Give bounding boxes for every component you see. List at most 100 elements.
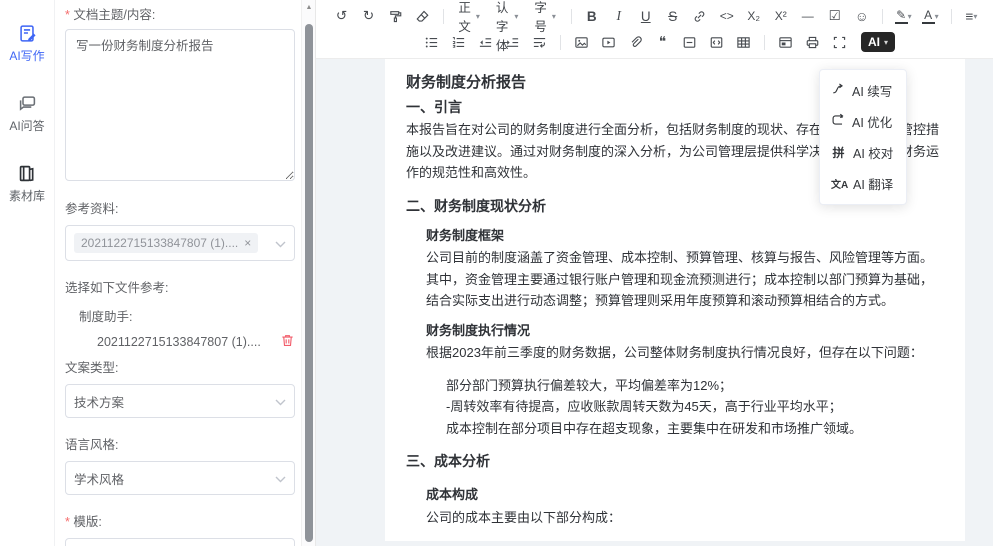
sidebar-item-label: AI写作 xyxy=(9,47,44,64)
copy-type-label: 文案类型: xyxy=(65,357,295,376)
insert-image-icon[interactable] xyxy=(568,31,595,53)
caret-down-icon: ▾ xyxy=(908,12,912,21)
scroll-up-arrow-icon[interactable]: ▲ xyxy=(302,4,316,11)
insert-video-icon[interactable] xyxy=(595,31,622,53)
embed-window-icon[interactable] xyxy=(772,31,799,53)
code-block-icon[interactable] xyxy=(703,31,730,53)
sidebar-item-material-library[interactable]: 素材库 xyxy=(9,164,45,204)
font-color-icon: A xyxy=(924,9,932,21)
sub-heading: 财务制度执行情况 xyxy=(426,320,944,342)
task-checkbox-icon[interactable]: ☑ xyxy=(821,5,848,27)
undo-icon[interactable]: ↺ xyxy=(328,5,355,27)
redo-icon[interactable]: ↻ xyxy=(355,5,382,27)
italic-icon[interactable]: I xyxy=(605,5,632,27)
continue-writing-icon xyxy=(831,82,845,99)
paragraph: 根据2023年前三季度的财务数据，公司整体财务制度执行情况良好，但存在以下问题： xyxy=(426,342,944,364)
reference-tag: 2021122715133847807 (1).... × xyxy=(74,233,258,253)
chevron-down-icon xyxy=(275,236,286,251)
template-label: 模版: xyxy=(65,511,295,530)
sub-heading: 成本构成 xyxy=(426,484,944,506)
outdent-icon[interactable] xyxy=(472,31,499,53)
panel-scrollbar[interactable]: ▲ xyxy=(301,0,315,546)
topic-textarea[interactable]: 写一份财务制度分析报告 xyxy=(65,29,295,181)
app-window: AI写作 AI问答 素材库 文档主题/内容: 写一份财务制度分析报告 参考资料:… xyxy=(0,0,993,546)
proofread-icon: 拼 xyxy=(831,144,846,161)
translate-icon: 文A xyxy=(831,176,846,191)
chat-icon xyxy=(18,94,37,113)
tag-close-icon[interactable]: × xyxy=(244,237,251,249)
font-color-button[interactable]: A ▾ xyxy=(917,5,944,27)
paragraph-style-select[interactable]: 正文 ▾ xyxy=(450,5,488,27)
caret-down-icon: ▾ xyxy=(973,12,977,21)
attachment-icon[interactable] xyxy=(622,31,649,53)
file-select-label: 选择如下文件参考: xyxy=(65,277,295,296)
toolbar-separator xyxy=(764,35,765,50)
align-button[interactable]: ≡ ▾ xyxy=(958,5,985,27)
caret-down-icon: ▾ xyxy=(884,38,888,47)
file-name: 2021122715133847807 (1).... xyxy=(97,335,261,349)
font-family-select[interactable]: 默认字体 ▾ xyxy=(488,5,526,27)
print-icon[interactable] xyxy=(799,31,826,53)
caret-down-icon: ▾ xyxy=(935,12,939,21)
selected-file-row: 2021122715133847807 (1).... xyxy=(65,333,295,351)
section-heading: 三、成本分析 xyxy=(406,450,944,472)
ai-dropdown-menu: AI 续写 AI 优化 拼 AI 校对 文A AI 翻译 xyxy=(819,69,907,205)
caret-down-icon: ▾ xyxy=(476,12,480,21)
list-item: 成本控制在部分项目中存在超支现象，主要集中在研发和市场推广领域。 xyxy=(446,418,944,440)
document-area: 财务制度分析报告 一、引言 本报告旨在对公司的财务制度进行全面分析，包括财务制度… xyxy=(316,59,993,546)
language-style-select[interactable]: 学术风格 xyxy=(65,461,295,495)
reference-label: 参考资料: xyxy=(65,198,295,217)
menu-item-ai-translate[interactable]: 文A AI 翻译 xyxy=(820,168,906,199)
chevron-down-icon xyxy=(275,471,286,486)
insert-table-icon[interactable] xyxy=(730,31,757,53)
subscript-icon[interactable]: X₂ xyxy=(740,5,767,27)
ordered-list-icon[interactable] xyxy=(445,31,472,53)
library-icon xyxy=(17,164,36,183)
cost-list: 人力成本：占总成本的35%； xyxy=(446,539,944,541)
horizontal-rule-icon[interactable] xyxy=(676,31,703,53)
topic-label: 文档主题/内容: xyxy=(65,4,295,23)
copy-type-select[interactable]: 技术方案 xyxy=(65,384,295,418)
scrollbar-thumb[interactable] xyxy=(305,24,313,542)
horizontal-divider-icon[interactable]: — xyxy=(794,5,821,27)
underline-icon[interactable]: U xyxy=(632,5,659,27)
sidebar-item-ai-writing[interactable]: AI写作 xyxy=(9,24,44,64)
highlight-color-button[interactable]: ✎ ▾ xyxy=(890,5,917,27)
sidebar-item-label: AI问答 xyxy=(9,117,44,134)
clear-format-eraser-icon[interactable] xyxy=(409,5,436,27)
editor-toolbar: ↺ ↻ 正文 ▾ 默认字体 ▾ 字号 ▾ xyxy=(316,0,993,59)
toolbar-row-1: ↺ ↻ 正文 ▾ 默认字体 ▾ 字号 ▾ xyxy=(328,3,985,29)
ai-menu-button[interactable]: AI ▾ xyxy=(861,32,895,52)
paragraph: 公司的成本主要由以下部分构成： xyxy=(426,507,944,529)
bullet-list-icon[interactable] xyxy=(418,31,445,53)
text-wrap-icon[interactable] xyxy=(526,31,553,53)
reference-select[interactable]: 2021122715133847807 (1).... × xyxy=(65,225,295,261)
caret-down-icon: ▾ xyxy=(514,12,518,21)
menu-item-ai-proofread[interactable]: 拼 AI 校对 xyxy=(820,137,906,168)
generation-form: 文档主题/内容: 写一份财务制度分析报告 参考资料: 2021122715133… xyxy=(55,0,301,546)
caret-down-icon: ▾ xyxy=(552,12,556,21)
font-size-select[interactable]: 字号 ▾ xyxy=(526,5,564,27)
inline-code-icon[interactable]: <> xyxy=(713,5,740,27)
editor: ↺ ↻ 正文 ▾ 默认字体 ▾ 字号 ▾ xyxy=(315,0,993,546)
chevron-down-icon xyxy=(275,394,286,409)
sub-heading: 财务制度框架 xyxy=(426,225,944,247)
template-select[interactable]: 通用模板 xyxy=(65,538,295,546)
optimize-icon xyxy=(831,113,845,130)
fullscreen-icon[interactable] xyxy=(826,31,853,53)
menu-item-ai-continue[interactable]: AI 续写 xyxy=(820,75,906,106)
bold-icon[interactable]: B xyxy=(578,5,605,27)
toolbar-row-2: ❝ xyxy=(328,29,985,55)
align-icon: ≡ xyxy=(966,9,974,24)
link-icon[interactable] xyxy=(686,5,713,27)
emoji-icon[interactable]: ☺ xyxy=(848,5,875,27)
menu-item-ai-optimize[interactable]: AI 优化 xyxy=(820,106,906,137)
sidebar-item-ai-qa[interactable]: AI问答 xyxy=(9,94,44,134)
indent-icon[interactable] xyxy=(499,31,526,53)
blockquote-icon[interactable]: ❝ xyxy=(649,31,676,53)
list-item: -周转效率有待提高，应收账款周转天数为45天，高于行业平均水平； xyxy=(446,396,944,418)
strikethrough-icon[interactable]: S xyxy=(659,5,686,27)
superscript-icon[interactable]: X² xyxy=(767,5,794,27)
format-painter-icon[interactable] xyxy=(382,5,409,27)
trash-icon[interactable] xyxy=(280,333,295,351)
